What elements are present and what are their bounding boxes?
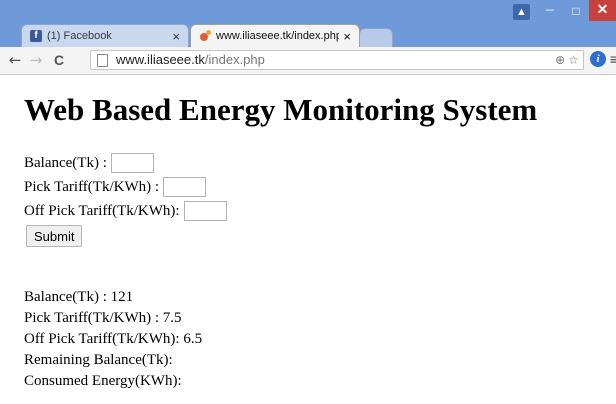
- tab-strip: f (1) Facebook × www.iliaseee.tk/index.p…: [0, 0, 420, 48]
- tab-label: (1) Facebook: [47, 30, 112, 42]
- pick-tariff-label: Pick Tariff(Tk/KWh) :: [24, 178, 160, 195]
- browser-toolbar: ← → C www.iliaseee.tk/index.php ⊕ ☆ i ≡: [0, 47, 616, 75]
- page-icon: [97, 54, 108, 67]
- address-bar[interactable]: www.iliaseee.tk/index.php ⊕ ☆: [90, 50, 584, 70]
- tab-close-icon[interactable]: ×: [172, 30, 180, 43]
- result-consumed-energy: Consumed Energy(KWh):: [24, 373, 182, 389]
- result-remaining-balance: Remaining Balance(Tk):: [24, 352, 173, 368]
- close-window-button[interactable]: ✕: [589, 0, 616, 21]
- page-title: Web Based Energy Monitoring System: [24, 92, 538, 127]
- site-favicon-icon: [199, 30, 211, 42]
- forward-button[interactable]: →: [27, 51, 45, 69]
- url-text: www.iliaseee.tk/index.php: [116, 52, 265, 67]
- page-content: Web Based Energy Monitoring System Balan…: [0, 75, 616, 404]
- offpick-tariff-input[interactable]: [183, 201, 227, 221]
- balance-row: Balance(Tk) :: [24, 153, 154, 173]
- tab-facebook[interactable]: f (1) Facebook ×: [21, 24, 189, 47]
- menu-icon[interactable]: ≡: [609, 51, 616, 69]
- tab-label: www.iliaseee.tk/index.php: [216, 30, 340, 42]
- result-pick-tariff: Pick Tariff(Tk/KWh) : 7.5: [24, 310, 182, 326]
- offpick-tariff-row: Off Pick Tariff(Tk/KWh):: [24, 201, 227, 221]
- bookmark-star-icon[interactable]: ☆: [568, 51, 579, 69]
- offpick-tariff-label: Off Pick Tariff(Tk/KWh):: [24, 202, 180, 219]
- balance-label: Balance(Tk) :: [24, 154, 107, 171]
- result-balance: Balance(Tk) : 121: [24, 289, 134, 305]
- facebook-icon: f: [30, 30, 42, 42]
- pick-tariff-row: Pick Tariff(Tk/KWh) :: [24, 177, 207, 197]
- minimize-button[interactable]: –: [537, 0, 563, 22]
- tab-close-icon[interactable]: ×: [343, 30, 351, 43]
- tab-index-php[interactable]: www.iliaseee.tk/index.php ×: [190, 24, 360, 47]
- reload-button[interactable]: C: [50, 51, 68, 69]
- extension-info-icon[interactable]: i: [590, 51, 606, 67]
- user-profile-icon[interactable]: ▲: [513, 4, 530, 20]
- zoom-icon[interactable]: ⊕: [555, 51, 565, 69]
- result-offpick-tariff: Off Pick Tariff(Tk/KWh): 6.5: [24, 331, 203, 347]
- pick-tariff-input[interactable]: [163, 177, 207, 197]
- back-button[interactable]: ←: [6, 51, 24, 69]
- balance-input[interactable]: [110, 153, 154, 173]
- submit-button[interactable]: Submit: [26, 225, 83, 247]
- maximize-button[interactable]: □: [563, 0, 589, 22]
- new-tab-button[interactable]: [359, 28, 393, 47]
